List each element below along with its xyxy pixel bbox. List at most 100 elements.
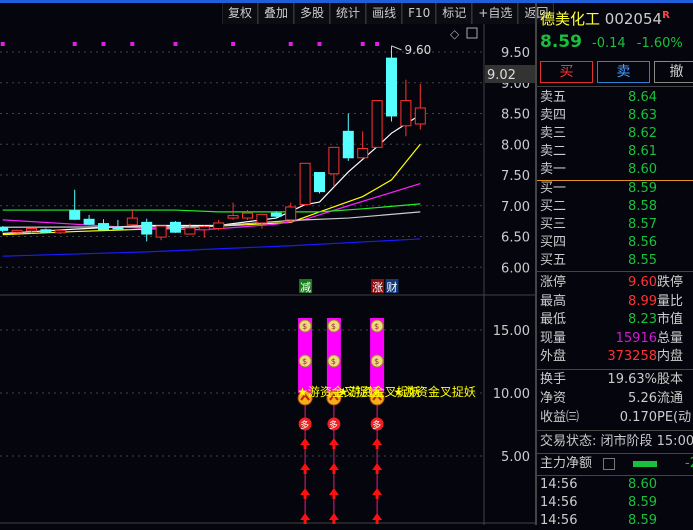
r-badge: R (662, 10, 670, 21)
stat-right-label: 量比 (657, 293, 684, 309)
stat-value: 0.170 (619, 410, 657, 425)
list-icon[interactable] (603, 458, 615, 470)
candle-up (371, 100, 383, 148)
stat-right-label: 总量 (657, 330, 684, 346)
buy-button[interactable]: 买 (540, 61, 593, 83)
toolbar-button-2[interactable]: 多股 (294, 3, 331, 24)
main-flow-value: -2 (685, 456, 693, 471)
ask-label: 卖四 (540, 108, 567, 123)
last-price: 8.59 (540, 32, 582, 52)
price-tick-label: 6.50 (501, 231, 530, 246)
tick-price: 8.59 (628, 495, 657, 510)
bid-price: 8.59 (628, 181, 657, 196)
moving-average-line (2, 203, 421, 213)
up-arrow-icon (372, 488, 383, 499)
money-bag-icon-glyph: $ (331, 322, 336, 331)
stat-right-label: PE(动 (657, 410, 692, 425)
stat-label: 收益㈢ (540, 410, 580, 425)
up-arrow-icon (328, 513, 339, 524)
bid-price: 8.56 (628, 235, 657, 250)
toolbar-button-6[interactable]: 标记 (436, 3, 473, 24)
main-flow-row[interactable]: 主力净额 -2 (540, 455, 693, 473)
price-line: 8.59 -0.14 -1.60% (540, 32, 683, 52)
stock-code: 002054 (604, 10, 663, 28)
candle-up (256, 213, 268, 224)
kline-chart[interactable]: 9.509.008.508.007.507.006.506.009.02◇9.6… (0, 24, 535, 525)
up-arrow-icon (328, 438, 339, 449)
stat-label: 现量 (540, 330, 567, 346)
stat-right-label: 股本 (657, 372, 684, 387)
stat-label: 净资 (540, 391, 567, 406)
money-bag-icon-glyph: $ (374, 322, 379, 331)
candle-down (270, 212, 282, 217)
candle-down (112, 227, 124, 230)
stock-name: 德美化工 (540, 10, 601, 28)
stock-title: 德美化工 002054R (540, 8, 670, 29)
candle-down (98, 223, 109, 231)
candle-up (184, 227, 196, 235)
chart-toolbar: 复权 叠加 多股 统计 画线 F10 标记 +自选 返回 (222, 3, 555, 24)
stat-label: 涨停 (540, 275, 567, 290)
candle-down (141, 221, 153, 235)
ask-label: 卖一 (540, 162, 567, 177)
up-arrow-icon (300, 513, 311, 524)
candle-up (400, 100, 412, 127)
up-arrow-icon (300, 463, 311, 474)
stat-value: 5.26 (628, 391, 657, 406)
stat-right-label: 市值 (657, 312, 684, 327)
tick-time: 14:56 (540, 495, 578, 510)
price-change-pct: -1.60% (636, 36, 683, 51)
money-bag-icon-glyph: $ (302, 322, 307, 331)
candle-down (40, 229, 52, 233)
price-tick-label: 9.50 (501, 46, 530, 61)
panel-toggle-icon (466, 27, 478, 39)
top-marker (288, 42, 293, 46)
toolbar-button-0[interactable]: 复权 (222, 3, 259, 24)
top-marker (375, 42, 380, 46)
toolbar-button-4[interactable]: 画线 (366, 3, 403, 24)
candle-up (414, 107, 426, 125)
price-tick-label: 7.50 (501, 169, 530, 184)
cancel-order-button[interactable]: 撤 (654, 61, 693, 83)
duo-signal-text: 多 (300, 419, 309, 431)
up-arrow-icon (372, 513, 383, 524)
toolbar-button-3[interactable]: 统计 (330, 3, 367, 24)
moving-average-line (2, 238, 421, 257)
ask-row: 卖三 8.62 (540, 125, 693, 143)
sell-button[interactable]: 卖 (597, 61, 650, 83)
stat-row: 最低 8.23 市值 (540, 311, 693, 329)
signal-banner-text: ★游资金叉捉妖 (393, 384, 476, 399)
bid-label: 买一 (540, 181, 567, 196)
stat-row: 收益㈢ 0.170 PE(动 (540, 409, 693, 427)
toolbar-button-1[interactable]: 叠加 (258, 3, 295, 24)
top-marker (360, 42, 365, 46)
indicator-tick-label: 15.00 (493, 324, 530, 339)
duo-signal-text: 多 (329, 419, 338, 431)
up-arrow-icon (300, 438, 311, 449)
candle-up (328, 146, 340, 175)
price-tick-label: 7.00 (501, 200, 530, 215)
stat-right-label: 内盘 (657, 349, 684, 364)
stat-row: 涨停 9.60 跌停 (540, 274, 693, 292)
stat-row: 换手 19.63% 股本 (540, 371, 693, 389)
main-flow-label: 主力净额 (540, 456, 593, 471)
bid-label: 买二 (540, 199, 567, 214)
toolbar-button-5[interactable]: F10 (402, 3, 437, 24)
toolbar-button-7[interactable]: +自选 (472, 3, 519, 24)
money-bag-icon-glyph: $ (331, 357, 336, 366)
top-marker (317, 42, 322, 46)
top-marker (0, 42, 5, 46)
stat-label: 最低 (540, 312, 567, 327)
moving-average-line (2, 114, 421, 235)
up-arrow-icon (372, 463, 383, 474)
tick-row: 14:56 8.59 (540, 494, 693, 512)
top-marker (101, 42, 106, 46)
candle-down (0, 226, 9, 231)
top-marker (72, 42, 77, 46)
bid-row: 买三 8.57 (540, 216, 693, 234)
ask-price: 8.64 (628, 90, 657, 105)
bid-row: 买五 8.55 (540, 252, 693, 270)
bid-row: 买二 8.58 (540, 198, 693, 216)
stat-right-label: 流通 (657, 391, 684, 406)
ask-row: 卖四 8.63 (540, 107, 693, 125)
